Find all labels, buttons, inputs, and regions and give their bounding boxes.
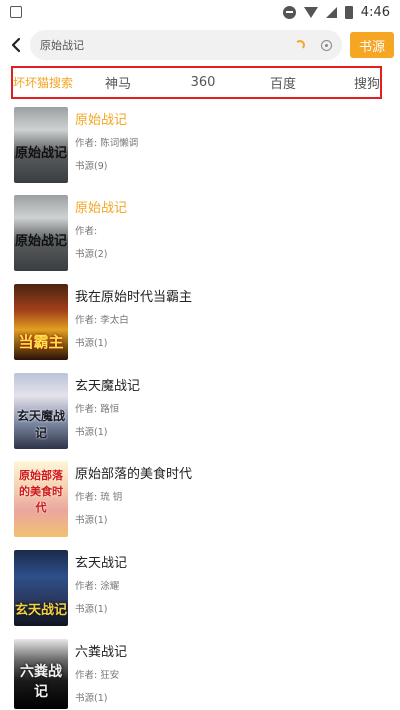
back-button[interactable]	[2, 28, 30, 62]
status-icons: 4:46	[282, 4, 390, 20]
book-author: 作者: 路恒	[75, 404, 120, 415]
wifi-icon	[303, 6, 318, 18]
book-cover: 玄天魔战记	[14, 373, 68, 449]
book-cover: 玄天战记	[14, 550, 68, 626]
book-cover: 六粪战记	[14, 639, 68, 709]
book-author: 作者: 涂耀	[75, 581, 120, 592]
search-bar: 原始战记 书源	[0, 28, 400, 62]
cover-title: 原始战记	[14, 234, 67, 249]
book-list-item[interactable]: 原始部落的美食时代 原始部落的美食时代 作者: 琉 钥 书源(1)	[14, 461, 386, 541]
cover-title: 原始战记	[14, 146, 67, 161]
book-title: 我在原始时代当霸主	[75, 290, 193, 305]
cover-title: 原始部落的美食时代	[19, 469, 63, 514]
book-author: 作者: 陈词懒调	[75, 138, 139, 149]
tab-sogou[interactable]: 搜狗	[323, 73, 380, 92]
tab-huaihuaimao[interactable]: 坏坏猫搜索	[13, 74, 73, 91]
battery-icon	[344, 5, 353, 19]
book-title: 六粪战记	[75, 645, 128, 660]
book-list-item[interactable]: 玄天战记 玄天战记 作者: 涂耀 书源(1)	[14, 550, 386, 630]
search-engine-tabs: 坏坏猫搜索 神马 360 百度 搜狗	[13, 68, 380, 97]
tab-shenma[interactable]: 神马	[73, 73, 163, 92]
chevron-left-icon	[11, 37, 21, 53]
tab-baidu[interactable]: 百度	[243, 73, 323, 92]
book-list-item[interactable]: 原始战记 原始战记 作者: 书源(2)	[14, 195, 386, 275]
book-source-count: 书源(1)	[75, 693, 108, 704]
book-list-item[interactable]: 玄天魔战记 玄天魔战记 作者: 路恒 书源(1)	[14, 373, 386, 453]
clock: 4:46	[360, 4, 390, 20]
book-author: 作者: 琉 钥	[75, 492, 123, 503]
book-author: 作者: 狂安	[75, 670, 120, 681]
book-source-count: 书源(1)	[75, 427, 108, 438]
book-cover: 当霸主	[14, 284, 68, 360]
book-title: 玄天魔战记	[75, 379, 141, 394]
book-source-count: 书源(1)	[75, 604, 108, 615]
app-notification-icon	[10, 6, 22, 18]
loading-spinner-icon	[295, 40, 305, 50]
book-title: 原始战记	[75, 201, 128, 216]
book-author: 作者:	[75, 226, 98, 237]
signal-icon	[325, 6, 337, 18]
book-source-count: 书源(2)	[75, 249, 108, 260]
book-cover: 原始战记	[14, 107, 68, 183]
status-bar: 4:46	[0, 0, 400, 24]
clear-search-icon[interactable]	[321, 39, 332, 51]
cover-title: 玄天战记	[14, 603, 67, 618]
book-source-count: 书源(1)	[75, 338, 108, 349]
book-author: 作者: 李太白	[75, 315, 129, 326]
do-not-disturb-icon	[282, 5, 296, 19]
cover-title: 六粪战记	[20, 664, 62, 700]
book-title: 玄天战记	[75, 556, 128, 571]
book-list-item[interactable]: 当霸主 我在原始时代当霸主 作者: 李太白 书源(1)	[14, 284, 386, 364]
book-source-count: 书源(9)	[75, 161, 108, 172]
search-input[interactable]: 原始战记	[30, 30, 342, 60]
tab-360[interactable]: 360	[163, 75, 243, 90]
search-query-text: 原始战记	[40, 39, 84, 52]
book-title: 原始部落的美食时代	[75, 467, 193, 482]
book-list-item[interactable]: 六粪战记 六粪战记 作者: 狂安 书源(1)	[14, 639, 386, 710]
book-source-button[interactable]: 书源	[350, 32, 394, 58]
book-cover: 原始战记	[14, 195, 68, 271]
book-source-count: 书源(1)	[75, 515, 108, 526]
cover-title: 玄天魔战记	[16, 409, 65, 440]
book-cover: 原始部落的美食时代	[14, 461, 68, 537]
cover-title: 当霸主	[18, 333, 64, 351]
book-list-item[interactable]: 原始战记 原始战记 作者: 陈词懒调 书源(9)	[14, 107, 386, 187]
book-title: 原始战记	[75, 113, 128, 128]
